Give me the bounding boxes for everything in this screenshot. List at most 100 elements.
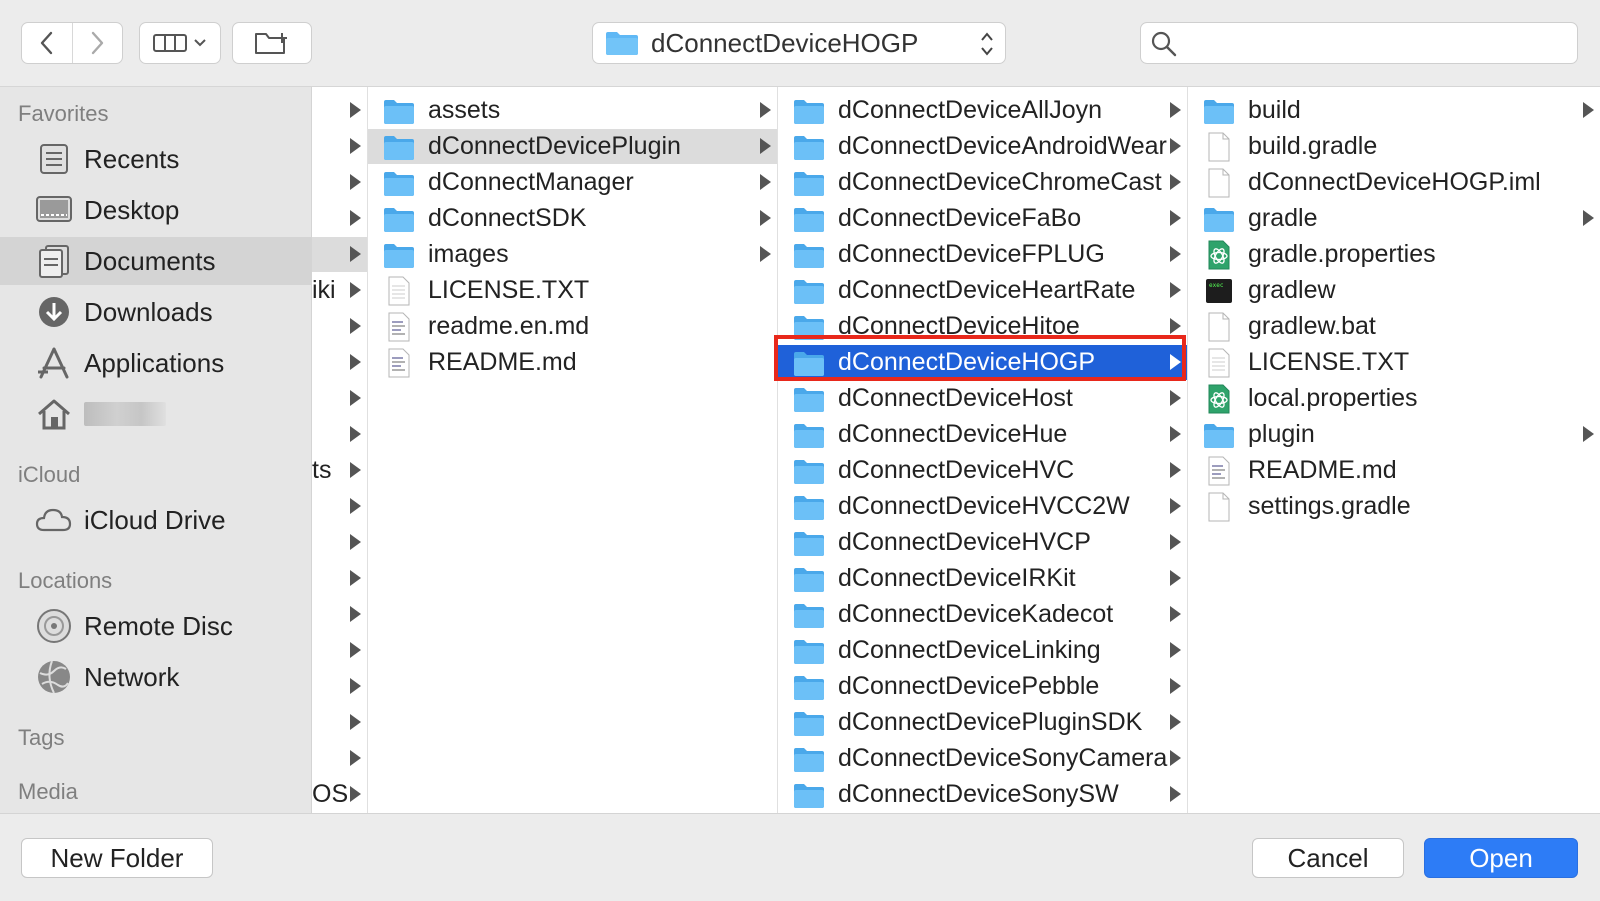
disclosure-arrow-icon <box>350 246 361 262</box>
sidebar-item-recents[interactable]: Recents <box>0 135 311 183</box>
file-row[interactable]: settings.gradle <box>1188 489 1600 524</box>
disclosure-arrow-icon <box>350 750 361 766</box>
sidebar-item-icloud-drive[interactable]: iCloud Drive <box>0 496 311 544</box>
file-row[interactable]: plugin <box>1188 417 1600 452</box>
file-name: assets <box>428 96 501 124</box>
sidebar-item-desktop[interactable]: Desktop <box>0 186 311 234</box>
file-row[interactable]: dConnectDeviceHost <box>778 381 1187 416</box>
file-row[interactable]: README.md <box>368 345 777 380</box>
new-folder-button[interactable]: New Folder <box>21 838 213 878</box>
file-row[interactable]: dConnectDeviceAllJoyn <box>778 93 1187 128</box>
file-row[interactable]: LICENSE.TXT <box>1188 345 1600 380</box>
file-row[interactable]: dConnectDeviceFaBo <box>778 201 1187 236</box>
file-row[interactable] <box>312 165 367 200</box>
file-row[interactable] <box>312 201 367 236</box>
redacted-username <box>84 402 166 426</box>
file-row[interactable]: dConnectDeviceHeartRate <box>778 273 1187 308</box>
file-row[interactable]: dConnectDeviceIRKit <box>778 561 1187 596</box>
sidebar-item-home[interactable] <box>0 390 311 438</box>
file-row[interactable]: gradle.properties <box>1188 237 1600 272</box>
file-name: gradlew.bat <box>1248 312 1376 340</box>
file-name: dConnectDeviceAndroidWear <box>838 132 1167 160</box>
file-row[interactable] <box>312 741 367 776</box>
file-row[interactable]: dConnectDeviceHitoe <box>778 309 1187 344</box>
file-row[interactable] <box>312 345 367 380</box>
file-row[interactable]: gradlew.bat <box>1188 309 1600 344</box>
file-row[interactable] <box>312 633 367 668</box>
file-row[interactable]: dConnectSDK <box>368 201 777 236</box>
file-row[interactable] <box>312 237 367 272</box>
view-mode-button[interactable] <box>139 22 221 64</box>
forward-button[interactable] <box>71 23 123 63</box>
file-row[interactable]: gradle <box>1188 201 1600 236</box>
file-row[interactable]: exec gradlew <box>1188 273 1600 308</box>
file-row[interactable]: dConnectDeviceFPLUG <box>778 237 1187 272</box>
file-row[interactable]: OS <box>312 777 367 812</box>
file-row[interactable]: README.md <box>1188 453 1600 488</box>
file-row[interactable]: dConnectDeviceSonySW <box>778 777 1187 812</box>
file-row[interactable]: ts <box>312 453 367 488</box>
file-row[interactable]: dConnectDevicePebble <box>778 669 1187 704</box>
file-row[interactable]: dConnectDeviceHue <box>778 417 1187 452</box>
file-row[interactable] <box>312 129 367 164</box>
file-name: dConnectDeviceSonySW <box>838 780 1119 808</box>
selected-file-row[interactable]: dConnectDeviceHOGP <box>778 345 1187 380</box>
disclosure-arrow-icon <box>350 714 361 730</box>
browser-column-1: assets dConnectDevicePlugin dConnectManage… <box>368 87 778 813</box>
file-row[interactable] <box>312 705 367 740</box>
cancel-button[interactable]: Cancel <box>1252 838 1404 878</box>
file-row[interactable]: dConnectDeviceKadecot <box>778 597 1187 632</box>
search-input[interactable] <box>1189 29 1563 59</box>
file-row[interactable]: dConnectDeviceAndroidWear <box>778 129 1187 164</box>
file-row[interactable]: assets <box>368 93 777 128</box>
file-row[interactable]: dConnectDeviceHVCP <box>778 525 1187 560</box>
search-field[interactable] <box>1140 22 1578 64</box>
disclosure-arrow-icon <box>1583 426 1594 442</box>
file-row[interactable]: local.properties <box>1188 381 1600 416</box>
file-row[interactable] <box>312 489 367 524</box>
disclosure-arrow-icon <box>1170 138 1181 154</box>
row-icon <box>792 492 826 522</box>
open-button[interactable]: Open <box>1424 838 1578 878</box>
file-row[interactable] <box>312 417 367 452</box>
disclosure-arrow-icon <box>350 678 361 694</box>
row-icon: exec <box>1202 276 1236 306</box>
folder-icon <box>794 675 824 700</box>
file-row[interactable] <box>312 309 367 344</box>
terminal-exec-icon: exec <box>1206 278 1232 303</box>
file-row[interactable]: build <box>1188 93 1600 128</box>
file-row[interactable]: dConnectDeviceSonyCamera <box>778 741 1187 776</box>
file-row[interactable] <box>312 525 367 560</box>
file-row[interactable]: readme.en.md <box>368 309 777 344</box>
sidebar-item-remote-disc[interactable]: Remote Disc <box>0 602 311 650</box>
path-popup[interactable]: dConnectDeviceHOGP <box>592 22 1006 64</box>
new-folder-toolbar-button[interactable] <box>232 22 312 64</box>
sidebar-item-downloads[interactable]: Downloads <box>0 288 311 336</box>
sidebar-section-tags: Tags <box>18 725 65 750</box>
folder-icon <box>794 747 824 772</box>
sidebar-item-documents[interactable]: Documents <box>0 237 311 285</box>
file-row[interactable]: dConnectDeviceHOGP.iml <box>1188 165 1600 200</box>
file-row[interactable] <box>312 561 367 596</box>
file-row[interactable]: dConnectDeviceChromeCast <box>778 165 1187 200</box>
file-row[interactable]: build.gradle <box>1188 129 1600 164</box>
folder-icon <box>794 711 824 736</box>
search-icon <box>1151 31 1177 57</box>
file-row[interactable]: iki <box>312 273 367 308</box>
sidebar-item-applications[interactable]: Applications <box>0 339 311 387</box>
sidebar-item-network[interactable]: Network <box>0 653 311 701</box>
file-row[interactable]: dConnectDeviceHVC <box>778 453 1187 488</box>
file-row[interactable] <box>312 597 367 632</box>
file-row[interactable]: dConnectDeviceLinking <box>778 633 1187 668</box>
file-row[interactable] <box>312 381 367 416</box>
file-name: dConnectDeviceHVCC2W <box>838 492 1130 520</box>
file-row[interactable] <box>312 669 367 704</box>
back-button[interactable] <box>22 23 72 63</box>
file-row[interactable]: dConnectManager <box>368 165 777 200</box>
file-row[interactable]: dConnectDevicePluginSDK <box>778 705 1187 740</box>
file-row[interactable] <box>312 93 367 128</box>
file-row[interactable]: LICENSE.TXT <box>368 273 777 308</box>
file-row[interactable]: dConnectDeviceHVCC2W <box>778 489 1187 524</box>
file-row[interactable]: dConnectDevicePlugin <box>368 129 777 164</box>
file-row[interactable]: images <box>368 237 777 272</box>
